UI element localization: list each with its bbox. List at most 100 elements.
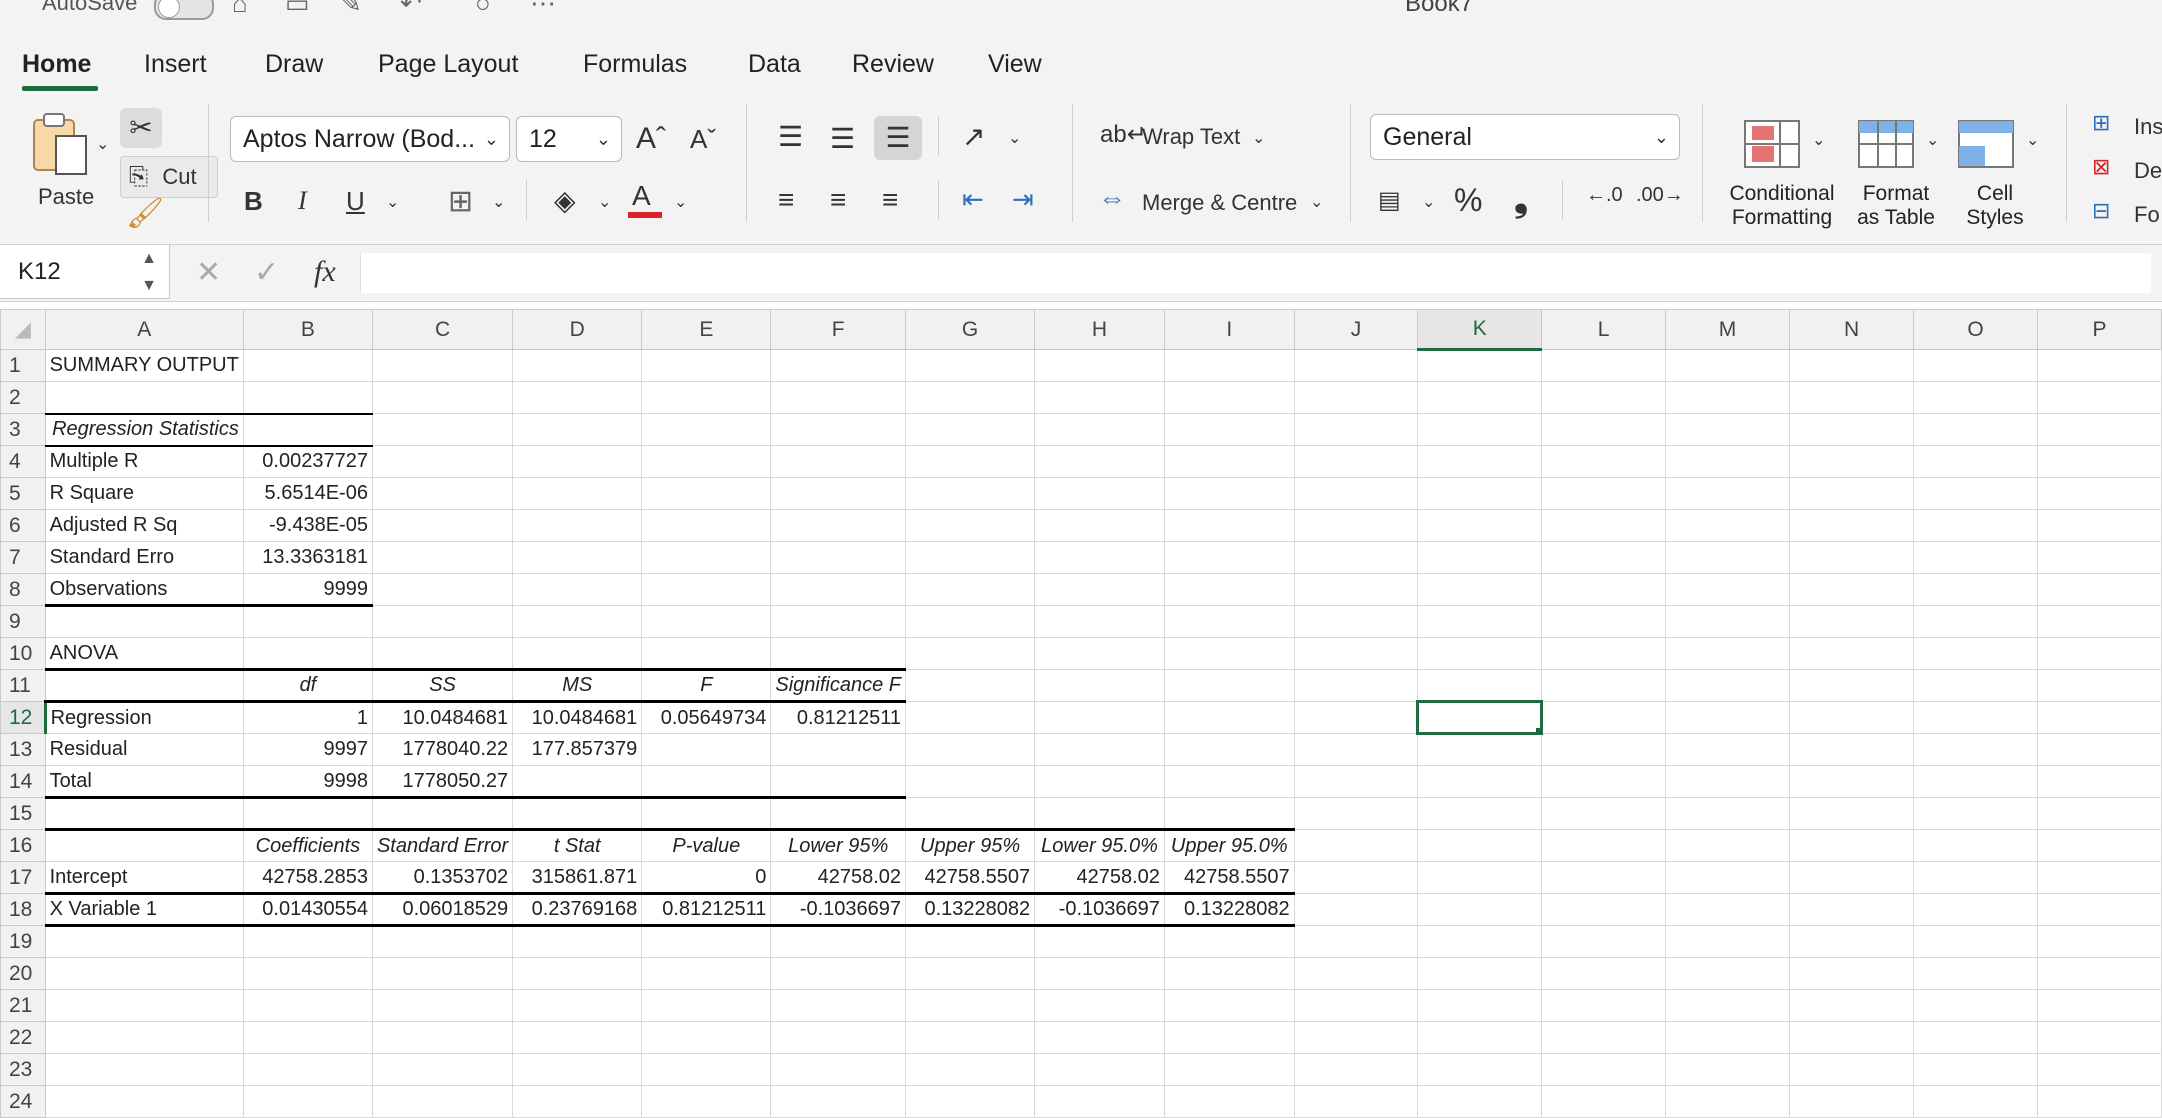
- cell-c10[interactable]: [371, 637, 514, 670]
- cell-n15[interactable]: [1789, 797, 1915, 830]
- conditional-formatting-button[interactable]: Conditional Formatting: [1722, 182, 1842, 230]
- cell-a10[interactable]: ANOVA: [44, 637, 244, 670]
- paste-icon[interactable]: [30, 112, 88, 178]
- cell-i10[interactable]: [1163, 637, 1295, 670]
- cell-j9[interactable]: [1293, 605, 1419, 638]
- cell-n14[interactable]: [1789, 765, 1915, 798]
- column-header-k[interactable]: K: [1417, 309, 1543, 351]
- cell-o21[interactable]: [1913, 989, 2039, 1022]
- cell-m1[interactable]: [1664, 349, 1791, 382]
- cell-j8[interactable]: [1293, 573, 1419, 606]
- row-header[interactable]: 16: [0, 829, 46, 862]
- cell-n18[interactable]: [1789, 893, 1915, 926]
- cell-c8[interactable]: [371, 573, 514, 606]
- row-header[interactable]: 18: [0, 893, 46, 926]
- cell-l18[interactable]: [1541, 893, 1666, 926]
- cell-d23[interactable]: [512, 1053, 643, 1086]
- cell-a18[interactable]: X Variable 1: [44, 893, 244, 927]
- cell-p17[interactable]: [2037, 861, 2162, 894]
- cell-styles-icon[interactable]: [1958, 120, 2014, 168]
- cell-i9[interactable]: [1163, 605, 1295, 638]
- cell-a11[interactable]: [44, 668, 244, 703]
- cell-j21[interactable]: [1293, 989, 1419, 1022]
- cell-n2[interactable]: [1789, 381, 1915, 414]
- cell-e20[interactable]: [641, 957, 772, 990]
- cell-c24[interactable]: [371, 1085, 514, 1118]
- cell-o5[interactable]: [1913, 477, 2039, 510]
- cell-j2[interactable]: [1293, 381, 1419, 414]
- cell-e23[interactable]: [641, 1053, 772, 1086]
- cell-l13[interactable]: [1541, 733, 1666, 766]
- cell-p4[interactable]: [2037, 445, 2162, 478]
- cell-d21[interactable]: [512, 989, 643, 1022]
- cell-m4[interactable]: [1664, 445, 1791, 478]
- cell-h19[interactable]: [1034, 925, 1165, 958]
- cell-o24[interactable]: [1913, 1085, 2039, 1118]
- cell-h24[interactable]: [1034, 1085, 1165, 1118]
- cell-p7[interactable]: [2037, 541, 2162, 574]
- merge-centre-button[interactable]: Merge & Centre: [1142, 190, 1297, 216]
- cell-b9[interactable]: [242, 605, 373, 638]
- cell-l22[interactable]: [1541, 1021, 1666, 1054]
- align-center-icon[interactable]: ≡: [830, 184, 846, 216]
- cell-i3[interactable]: [1163, 413, 1295, 446]
- cell-n8[interactable]: [1789, 573, 1915, 606]
- cell-k20[interactable]: [1417, 957, 1543, 990]
- accounting-dropdown-icon[interactable]: ⌄: [1422, 192, 1435, 212]
- cell-f12[interactable]: 0.81212511: [770, 701, 907, 734]
- cell-k6[interactable]: [1417, 509, 1543, 542]
- cell-g23[interactable]: [905, 1053, 1036, 1086]
- cell-j15[interactable]: [1293, 797, 1419, 830]
- edit-icon[interactable]: ✎: [340, 0, 362, 19]
- cell-p15[interactable]: [2037, 797, 2162, 830]
- cell-i5[interactable]: [1163, 477, 1295, 510]
- cell-i18[interactable]: 0.13228082: [1163, 893, 1295, 927]
- insert-cells-icon[interactable]: ⊞: [2092, 110, 2110, 136]
- cell-i19[interactable]: [1163, 925, 1295, 958]
- cell-g21[interactable]: [905, 989, 1036, 1022]
- cell-d24[interactable]: [512, 1085, 643, 1118]
- row-header[interactable]: 24: [0, 1085, 46, 1118]
- cell-g4[interactable]: [905, 445, 1036, 478]
- cell-l7[interactable]: [1541, 541, 1666, 574]
- cell-e4[interactable]: [641, 445, 772, 478]
- cell-c22[interactable]: [371, 1021, 514, 1054]
- cell-d2[interactable]: [512, 381, 643, 414]
- cell-i24[interactable]: [1163, 1085, 1295, 1118]
- format-cells-button[interactable]: Fo: [2134, 202, 2160, 228]
- cell-g3[interactable]: [905, 413, 1036, 446]
- cell-o6[interactable]: [1913, 509, 2039, 542]
- cell-p21[interactable]: [2037, 989, 2162, 1022]
- cell-e15[interactable]: [641, 797, 772, 830]
- cell-d15[interactable]: [512, 797, 643, 830]
- cell-k8[interactable]: [1417, 573, 1543, 606]
- cell-j23[interactable]: [1293, 1053, 1419, 1086]
- cell-k15[interactable]: [1417, 797, 1543, 830]
- cell-m18[interactable]: [1664, 893, 1791, 926]
- function-icon[interactable]: fx: [314, 255, 336, 289]
- cell-p24[interactable]: [2037, 1085, 2162, 1118]
- row-header[interactable]: 11: [0, 669, 46, 702]
- cell-m10[interactable]: [1664, 637, 1791, 670]
- row-header[interactable]: 17: [0, 861, 46, 894]
- cell-d10[interactable]: [512, 637, 643, 670]
- cell-j14[interactable]: [1293, 765, 1419, 798]
- cell-d5[interactable]: [512, 477, 643, 510]
- cell-l21[interactable]: [1541, 989, 1666, 1022]
- cell-o10[interactable]: [1913, 637, 2039, 670]
- cell-f16[interactable]: Lower 95%: [770, 828, 907, 862]
- cell-l3[interactable]: [1541, 413, 1666, 446]
- cell-k17[interactable]: [1417, 861, 1543, 894]
- cell-i14[interactable]: [1163, 765, 1295, 798]
- cell-h9[interactable]: [1034, 605, 1165, 638]
- cell-p19[interactable]: [2037, 925, 2162, 958]
- cell-c13[interactable]: 1778040.22: [371, 733, 514, 766]
- tab-page-layout[interactable]: Page Layout: [378, 50, 518, 79]
- cell-m8[interactable]: [1664, 573, 1791, 606]
- cell-a23[interactable]: [44, 1053, 244, 1086]
- cell-d4[interactable]: [512, 445, 643, 478]
- cell-k5[interactable]: [1417, 477, 1543, 510]
- bold-button[interactable]: B: [244, 186, 263, 217]
- cell-j11[interactable]: [1293, 669, 1419, 702]
- column-header-c[interactable]: C: [371, 309, 514, 350]
